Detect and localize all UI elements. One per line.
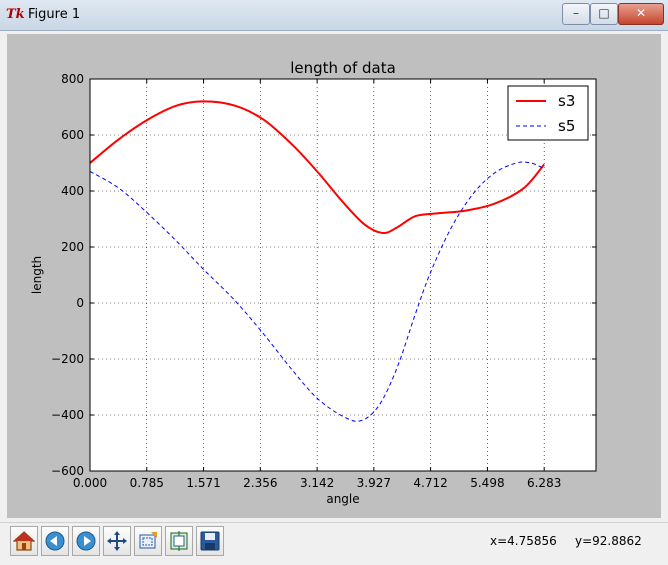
figure-canvas[interactable]: 0.000 0.785 1.571 2.356 3.142 3.927 4.712 5.498… [7, 34, 661, 518]
y-tick-label: −200 [51, 352, 84, 366]
chart-title: length of data [290, 59, 396, 77]
window-titlebar: Tk Figure 1 – □ ✕ [0, 0, 668, 31]
y-tick-label: −600 [51, 464, 84, 478]
save-icon [200, 531, 220, 551]
x-tick-label: 0.785 [130, 476, 164, 490]
navigation-toolbar: x=4.75856 y=92.8862 [0, 522, 668, 565]
cursor-y-readout: y=92.8862 [575, 534, 642, 548]
maximize-button[interactable]: □ [590, 3, 618, 25]
legend-label-s3: s3 [558, 92, 575, 110]
zoom-icon [139, 532, 157, 549]
close-button[interactable]: ✕ [618, 3, 664, 25]
back-button[interactable] [41, 526, 69, 556]
forward-icon [76, 531, 96, 551]
y-tick-label: 0 [76, 296, 84, 310]
x-tick-label: 4.712 [413, 476, 447, 490]
y-tick-label: 800 [61, 72, 84, 86]
window-title: Figure 1 [28, 7, 81, 22]
subplots-button[interactable] [165, 526, 193, 556]
home-button[interactable] [10, 526, 38, 556]
pan-button[interactable] [103, 526, 131, 556]
y-tick-label: 600 [61, 128, 84, 142]
legend-label-s5: s5 [558, 117, 575, 135]
minimize-button[interactable]: – [562, 3, 590, 25]
x-tick-label: 1.571 [186, 476, 220, 490]
legend-box [507, 85, 589, 141]
line-chart: 0.000 0.785 1.571 2.356 3.142 3.927 4.712 5.498… [30, 59, 597, 506]
subplots-icon [170, 531, 188, 551]
zoom-button[interactable] [134, 526, 162, 556]
home-icon [13, 531, 35, 551]
x-tick-label: 2.356 [243, 476, 277, 490]
x-axis-label: angle [326, 492, 359, 506]
x-tick-label: 6.283 [527, 476, 561, 490]
tk-app-icon: Tk [6, 7, 25, 22]
x-tick-label: 3.927 [357, 476, 391, 490]
y-tick-label: 400 [61, 184, 84, 198]
x-tick-label: 0.000 [73, 476, 107, 490]
x-tick-label: 5.498 [470, 476, 504, 490]
save-button[interactable] [196, 526, 224, 556]
forward-button[interactable] [72, 526, 100, 556]
y-tick-label: −400 [51, 408, 84, 422]
cursor-x-readout: x=4.75856 [490, 534, 557, 548]
back-icon [45, 531, 65, 551]
x-tick-label: 3.142 [300, 476, 334, 490]
y-tick-label: 200 [61, 240, 84, 254]
y-axis-label: length [30, 256, 44, 294]
pan-icon [107, 531, 127, 551]
